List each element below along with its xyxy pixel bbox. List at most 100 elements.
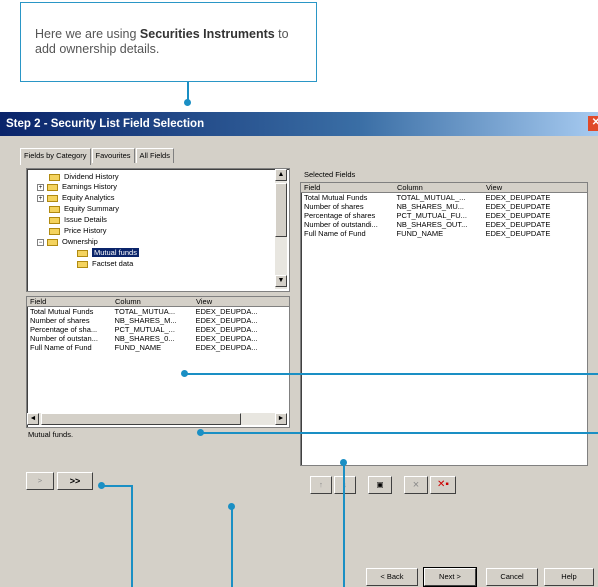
selected-fields-label: Selected Fields — [304, 170, 356, 179]
cell-column: NB_SHARES_M... — [114, 316, 177, 325]
table-row[interactable]: Percentage of shares PCT_MUTUAL_FU... EDEX… — [301, 211, 587, 220]
cell-view: EDEX_DEUPDA... — [195, 334, 258, 343]
horizontal-scrollbar[interactable]: ◄ ► — [27, 413, 287, 425]
tree-item-ownership[interactable]: − Ownership — [37, 237, 98, 247]
delete-all-icon[interactable]: ✕▪ — [430, 476, 456, 494]
cell-column: FUND_NAME — [396, 229, 444, 238]
table-row[interactable]: Full Name of Fund FUND_NAME EDEX_DEUPDATE — [301, 229, 587, 238]
add-all-button[interactable]: >> — [57, 472, 93, 490]
scroll-left-icon[interactable]: ◄ — [27, 413, 39, 425]
scroll-down-icon[interactable]: ▼ — [275, 275, 287, 287]
cell-field: Full Name of Fund — [304, 229, 366, 238]
tree-item-factset-data[interactable]: Factset data — [77, 259, 133, 269]
tree-item-dividend-history[interactable]: Dividend History — [49, 172, 119, 182]
cell-field: Total Mutual Funds — [30, 307, 94, 316]
description-scrollbar[interactable] — [278, 430, 290, 472]
tab-bar: Fields by Category Favourites All Fields — [20, 148, 175, 165]
cell-view: EDEX_DEUPDA... — [195, 307, 258, 316]
column-header-view[interactable]: View — [192, 297, 289, 307]
cell-column: PCT_MUTUAL_FU... — [396, 211, 467, 220]
cell-view: EDEX_DEUPDATE — [485, 193, 551, 202]
available-fields-table: Field Column View Total Mutual Funds TOTA… — [27, 297, 289, 352]
column-header-view[interactable]: View — [482, 183, 587, 193]
table-row[interactable]: Number of outstandi... NB_SHARES_OUT... ED… — [301, 220, 587, 229]
table-row[interactable]: Total Mutual Funds TOTAL_MUTUAL_... EDEX_D… — [301, 193, 587, 203]
cell-field: Number of shares — [304, 202, 364, 211]
move-up-button[interactable]: ↑ — [310, 476, 332, 494]
annotation-line-list — [231, 507, 233, 587]
tab-all-fields[interactable]: All Fields — [135, 148, 174, 163]
collapse-icon[interactable]: − — [37, 238, 44, 246]
tree-item-label: Price History — [64, 226, 107, 235]
cell-field: Number of shares — [30, 316, 90, 325]
folder-icon — [49, 173, 60, 181]
column-header-field[interactable]: Field — [27, 297, 112, 307]
cell-column: TOTAL_MUTUA... — [114, 307, 176, 316]
cancel-button[interactable]: Cancel — [486, 568, 538, 586]
add-button[interactable]: > — [26, 472, 54, 490]
window-titlebar: Step 2 - Security List Field Selection ✕ — [0, 112, 598, 136]
dialog-window: Step 2 - Security List Field Selection ✕… — [0, 112, 598, 587]
scroll-up-icon[interactable]: ▲ — [275, 169, 287, 181]
tree-item-label: Issue Details — [64, 215, 107, 224]
cell-field: Percentage of sha... — [30, 325, 98, 334]
table-row[interactable]: Number of shares NB_SHARES_MU... EDEX_DEUP… — [301, 202, 587, 211]
cell-view: EDEX_DEUPDA... — [195, 325, 258, 334]
tree-item-price-history[interactable]: Price History — [49, 226, 107, 236]
table-row[interactable]: Percentage of sha... PCT_MUTUAL_... EDEX_D… — [27, 325, 289, 334]
table-row[interactable]: Number of shares NB_SHARES_M... EDEX_DEUPD… — [27, 316, 289, 325]
folder-open-icon — [47, 238, 58, 246]
tab-fields-by-category[interactable]: Fields by Category — [20, 148, 91, 165]
table-row[interactable]: Full Name of Fund FUND_NAME EDEX_DEUPDA... — [27, 343, 289, 352]
callout-box: Here we are using Securities Instruments… — [20, 2, 317, 82]
category-tree[interactable]: Dividend History + Earnings History + Equi… — [26, 168, 290, 292]
properties-icon[interactable]: ▣ — [368, 476, 392, 494]
column-header-field[interactable]: Field — [301, 183, 394, 193]
folder-icon — [77, 249, 88, 257]
next-button[interactable]: Next > — [423, 567, 477, 587]
annotation-line-buttons-v — [131, 485, 133, 587]
folder-icon — [47, 194, 58, 202]
scroll-thumb[interactable] — [275, 183, 287, 237]
column-header-column[interactable]: Column — [111, 297, 193, 307]
annotation-line-tree — [185, 373, 598, 375]
cell-column: FUND_NAME — [114, 343, 162, 352]
cell-view: EDEX_DEUPDA... — [195, 316, 258, 325]
folder-icon — [77, 260, 88, 268]
back-button[interactable]: < Back — [366, 568, 418, 586]
selected-fields-table: Field Column View Total Mutual Funds TOTA… — [301, 183, 587, 238]
tree-scrollbar[interactable]: ▲ ▼ — [275, 169, 287, 289]
callout-text-pre: Here we are using — [35, 27, 140, 41]
table-row[interactable]: Number of outstan... NB_SHARES_0... EDEX_D… — [27, 334, 289, 343]
expand-icon[interactable]: + — [37, 194, 44, 202]
cell-view: EDEX_DEUPDATE — [485, 211, 551, 220]
move-down-button[interactable]: ↓ — [334, 476, 356, 494]
expand-icon[interactable]: + — [37, 183, 44, 191]
folder-icon — [47, 183, 58, 191]
annotation-line-selected — [343, 463, 345, 587]
close-icon[interactable]: ✕ — [588, 116, 598, 131]
delete-button[interactable]: × — [404, 476, 428, 494]
available-fields-list[interactable]: Field Column View Total Mutual Funds TOTA… — [26, 296, 290, 428]
cell-field: Full Name of Fund — [30, 343, 92, 352]
tree-item-issue-details[interactable]: Issue Details — [49, 215, 107, 225]
tree-item-earnings-history[interactable]: + Earnings History — [37, 182, 117, 192]
cell-field: Total Mutual Funds — [304, 193, 368, 202]
tree-item-label: Factset data — [92, 259, 134, 268]
tree-item-equity-summary[interactable]: Equity Summary — [49, 204, 119, 214]
cell-field: Number of outstandi... — [304, 220, 378, 229]
help-button[interactable]: Help — [544, 568, 594, 586]
table-row[interactable]: Total Mutual Funds TOTAL_MUTUA... EDEX_DEU… — [27, 307, 289, 317]
tab-favourites[interactable]: Favourites — [91, 148, 135, 163]
cell-column: TOTAL_MUTUAL_... — [396, 193, 466, 202]
column-header-column[interactable]: Column — [393, 183, 483, 193]
tree-item-mutual-funds[interactable]: Mutual funds — [77, 248, 139, 258]
scroll-right-icon[interactable]: ► — [275, 413, 287, 425]
cell-column: NB_SHARES_0... — [114, 334, 175, 343]
selected-fields-list[interactable]: Field Column View Total Mutual Funds TOTA… — [300, 182, 588, 466]
table-header-row: Field Column View — [27, 297, 289, 307]
tree-item-equity-analytics[interactable]: + Equity Analytics — [37, 193, 115, 203]
cell-column: PCT_MUTUAL_... — [114, 325, 175, 334]
cell-view: EDEX_DEUPDATE — [485, 220, 551, 229]
scroll-thumb[interactable] — [41, 413, 241, 425]
